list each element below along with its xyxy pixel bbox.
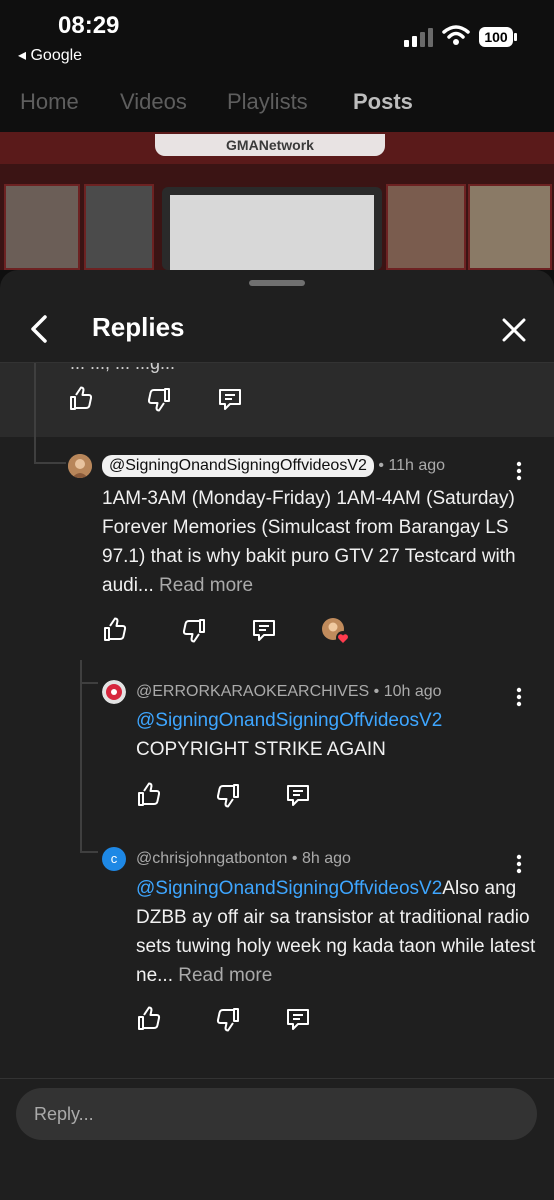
back-icon[interactable] — [26, 314, 52, 344]
like-icon[interactable] — [136, 782, 162, 808]
thread-line — [80, 682, 98, 684]
kebab-icon[interactable] — [512, 460, 526, 482]
banner-thumb — [468, 184, 552, 270]
mention-link[interactable]: @SigningOnandSigningOffvideosV2 — [136, 878, 442, 899]
author-handle[interactable]: @ERRORKARAOKEARCHIVES — [136, 683, 369, 700]
like-icon[interactable] — [68, 386, 94, 412]
battery-icon: 100 — [479, 27, 517, 47]
read-more-link[interactable]: Read more — [178, 965, 272, 986]
comment-meta: @chrisjohngatbonton • 8h ago — [136, 850, 351, 868]
thread-line — [34, 462, 66, 464]
author-handle[interactable]: @SigningOnandSigningOffvideosV2 — [102, 455, 374, 477]
sheet-title: Replies — [92, 312, 185, 342]
dislike-icon[interactable] — [215, 782, 241, 808]
banner-laptop-screen — [170, 195, 374, 270]
comment-meta: @SigningOnandSigningOffvideosV2 • 11h ag… — [102, 455, 445, 477]
banner-laptop — [162, 187, 382, 270]
parent-comment: ... ..., ... ...g... — [0, 363, 554, 437]
thread-line — [80, 660, 82, 852]
signal-icon — [404, 28, 433, 47]
banner-thumb — [4, 184, 80, 270]
parent-comment-text: ... ..., ... ...g... — [70, 363, 176, 373]
banner-thumb — [386, 184, 466, 270]
thread-line — [34, 363, 36, 463]
dislike-icon[interactable] — [215, 1006, 241, 1032]
comment-text: @SigningOnandSigningOffvideosV2 COPYRIGH… — [136, 706, 536, 764]
status-time: 08:29 — [58, 12, 120, 39]
reply-icon[interactable] — [285, 1006, 311, 1032]
like-icon[interactable] — [136, 1006, 162, 1032]
back-to-app-link[interactable]: ◂ Google — [18, 45, 82, 65]
battery-level: 100 — [484, 29, 508, 45]
drag-handle[interactable] — [249, 280, 305, 286]
comment-text: @SigningOnandSigningOffvideosV2Also ang … — [136, 874, 536, 990]
reply-icon[interactable] — [285, 782, 311, 808]
channel-banner: GMANetwork — [0, 132, 554, 270]
banner-thumb — [84, 184, 154, 270]
tab-videos[interactable]: Videos — [120, 89, 187, 115]
read-more-link[interactable]: Read more — [159, 575, 253, 596]
channel-tabs: Home Videos Playlists Posts — [0, 80, 554, 132]
tab-home[interactable]: Home — [20, 89, 79, 115]
footer-divider — [0, 1078, 554, 1079]
kebab-icon[interactable] — [512, 853, 526, 875]
thread-line — [80, 851, 98, 853]
dislike-icon[interactable] — [146, 386, 172, 412]
reply-input[interactable] — [16, 1088, 537, 1140]
creator-heart-avatar — [321, 617, 350, 645]
reply-icon[interactable] — [217, 386, 243, 412]
comment-time: • 11h ago — [378, 457, 446, 474]
status-bar: 08:29 ◂ Google 100 — [0, 0, 554, 80]
comment-text: 1AM-3AM (Monday-Friday) 1AM-4AM (Saturda… — [102, 484, 522, 600]
wifi-icon — [442, 25, 470, 45]
reply-icon[interactable] — [251, 617, 277, 643]
dislike-icon[interactable] — [181, 617, 207, 643]
banner-logo: GMANetwork — [155, 134, 385, 156]
avatar[interactable]: c — [102, 847, 126, 871]
author-handle[interactable]: @chrisjohngatbonton — [136, 850, 287, 867]
comment-body: COPYRIGHT STRIKE AGAIN — [136, 739, 386, 760]
avatar[interactable] — [102, 680, 126, 704]
kebab-icon[interactable] — [512, 686, 526, 708]
close-icon[interactable] — [500, 316, 528, 344]
comment-time: • 8h ago — [291, 850, 351, 867]
sheet-header: Replies — [0, 294, 554, 362]
tab-posts[interactable]: Posts — [353, 89, 413, 115]
tab-playlists[interactable]: Playlists — [227, 89, 308, 115]
like-icon[interactable] — [102, 617, 128, 643]
comment-meta: @ERRORKARAOKEARCHIVES • 10h ago — [136, 683, 442, 701]
mention-link[interactable]: @SigningOnandSigningOffvideosV2 — [136, 706, 536, 735]
comment-time: • 10h ago — [373, 683, 442, 700]
avatar[interactable] — [68, 454, 92, 478]
replies-sheet: Replies ... ..., ... ...g... @SigningOna… — [0, 270, 554, 1200]
